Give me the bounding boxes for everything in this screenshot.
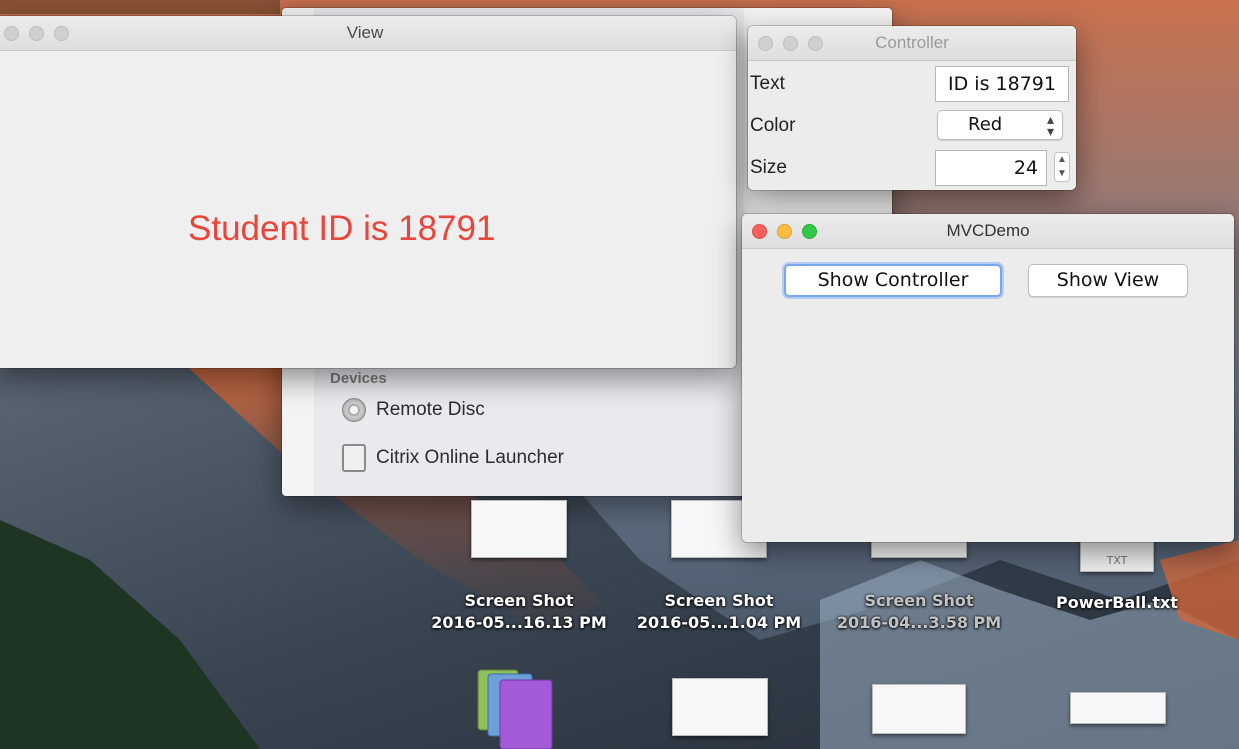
size-label: Size [750, 157, 787, 178]
chevron-updown-icon: ▴ ▾ [1046, 112, 1054, 140]
color-row: Color Red ▴ ▾ [748, 106, 1076, 146]
screenshot-thumbnail-row2-2[interactable] [872, 684, 966, 734]
controller-window[interactable]: Controller Text ID is 18791 Color Red ▴ ▾… [748, 26, 1076, 190]
mvcdemo-titlebar[interactable]: MVCDemo [742, 214, 1234, 249]
window-title: View [346, 23, 384, 42]
color-label: Color [750, 115, 796, 136]
disc-icon [342, 398, 366, 422]
icon-name-line1: PowerBall.txt [1056, 593, 1178, 612]
size-field[interactable]: 24 [935, 150, 1047, 186]
text-label: Text [750, 73, 785, 94]
icon-name-line1: Screen Shot [464, 591, 574, 610]
text-field[interactable]: ID is 18791 [935, 66, 1069, 102]
size-stepper[interactable]: ▲ ▼ [1054, 152, 1070, 182]
txt-badge: TXT [1106, 554, 1128, 567]
controller-titlebar[interactable]: Controller [748, 26, 1076, 61]
show-controller-button[interactable]: Show Controller [784, 264, 1002, 297]
icon-name-line2: 2016-05...16.13 PM [431, 613, 607, 632]
finder-item-citrix[interactable]: Citrix Online Launcher [342, 444, 564, 472]
icon-name-line1: Screen Shot [664, 591, 774, 610]
view-content: Student ID is 18791 [0, 51, 736, 368]
window-title: MVCDemo [946, 221, 1030, 240]
icon-name-line2: 2016-05...1.04 PM [636, 613, 802, 632]
size-row: Size 24 ▲ ▼ [748, 148, 1076, 188]
icon-name-line1: Screen Shot [864, 591, 974, 610]
student-id-label: Student ID is 18791 [188, 209, 496, 248]
finder-item-label: Remote Disc [376, 399, 485, 420]
screenshot-thumbnail-row2-3[interactable] [1070, 692, 1166, 724]
text-row: Text ID is 18791 [748, 64, 1076, 104]
view-titlebar[interactable]: View [0, 16, 736, 51]
mvcdemo-window[interactable]: MVCDemo Show Controller Show View [742, 214, 1234, 542]
desktop-icon-screenshot-1[interactable]: Screen Shot 2016-05...16.13 PM [424, 500, 614, 634]
color-popup[interactable]: Red ▴ ▾ [937, 110, 1063, 140]
screenshot-thumbnail-row2-1[interactable] [672, 678, 768, 736]
notebook-stack-icon[interactable] [470, 664, 580, 749]
color-value: Red [968, 114, 1003, 135]
finder-section-devices: Devices [330, 370, 387, 387]
icon-name-line2: 2016-04...3.58 PM [836, 613, 1002, 632]
drive-icon [342, 444, 366, 472]
stepper-down-icon[interactable]: ▼ [1055, 167, 1069, 181]
finder-item-remote-disc[interactable]: Remote Disc [342, 398, 485, 422]
screenshot-thumbnail [471, 500, 567, 558]
stepper-up-icon[interactable]: ▲ [1055, 153, 1069, 167]
view-window[interactable]: View Student ID is 18791 [0, 16, 736, 368]
finder-item-label: Citrix Online Launcher [376, 447, 564, 468]
window-title: Controller [875, 33, 949, 52]
show-view-button[interactable]: Show View [1028, 264, 1188, 297]
